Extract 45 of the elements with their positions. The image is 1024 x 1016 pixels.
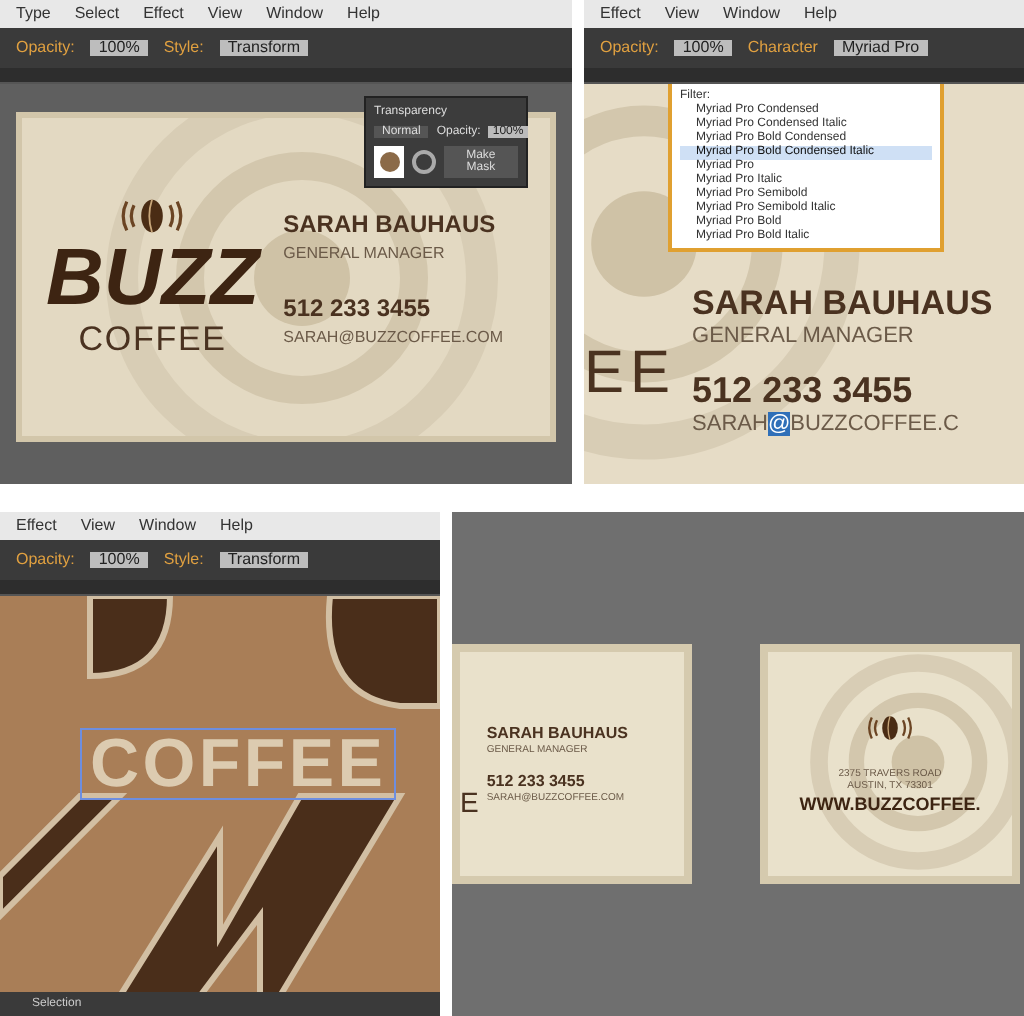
toolbar-label[interactable]: Opacity: bbox=[16, 40, 75, 56]
job-title: GENERAL MANAGER bbox=[283, 241, 447, 265]
toolbar-label[interactable]: 100% bbox=[90, 40, 148, 56]
menu-item[interactable]: Window bbox=[139, 518, 196, 534]
phone-number: 512 233 3455 bbox=[486, 772, 587, 792]
menu-item[interactable]: Effect bbox=[600, 6, 641, 22]
toolbar-label[interactable]: Opacity: bbox=[600, 40, 659, 56]
toolbar-label[interactable]: Opacity: bbox=[16, 552, 75, 568]
contact-name: SARAH BAUHAUS bbox=[692, 281, 993, 324]
menu-item[interactable]: Window bbox=[723, 6, 780, 22]
menu-item[interactable]: Select bbox=[74, 6, 120, 22]
logo-word: BUZZ bbox=[46, 237, 260, 318]
contact-name: SARAH BAUHAUS bbox=[486, 723, 629, 744]
toolbar-label[interactable]: Style: bbox=[163, 552, 204, 568]
toolbar-label[interactable]: Transform bbox=[219, 552, 308, 568]
menu-item[interactable]: View bbox=[664, 6, 700, 22]
menu-item[interactable]: Effect bbox=[143, 6, 184, 22]
toolbar-label[interactable]: Character bbox=[747, 40, 818, 56]
email-address: SARAH@BUZZCOFFEE.C bbox=[692, 412, 961, 440]
coffee-bean-icon bbox=[864, 712, 916, 745]
menu-item[interactable]: Help bbox=[803, 6, 837, 22]
job-title: GENERAL MANAGER bbox=[692, 324, 916, 352]
website-address: WWW.BUZZCOFFEE. bbox=[799, 793, 981, 816]
toolbar-label[interactable]: Style: bbox=[163, 40, 204, 56]
menu-item[interactable]: View bbox=[207, 6, 243, 22]
logo-fragment: EE bbox=[584, 344, 677, 404]
menu-item[interactable]: Help bbox=[219, 518, 253, 534]
toolbar-label[interactable]: Transform bbox=[219, 40, 308, 56]
selected-text: COFFEE bbox=[80, 728, 397, 800]
layer-thumbnail bbox=[374, 146, 405, 178]
toolbar-label[interactable]: 100% bbox=[90, 552, 148, 568]
phone-number: 512 233 3455 bbox=[283, 291, 433, 325]
menu-item[interactable]: Type bbox=[16, 6, 51, 22]
toolbar-label[interactable]: 100% bbox=[674, 40, 732, 56]
menu-item[interactable]: Help bbox=[347, 6, 380, 22]
phone-number: 512 233 3455 bbox=[692, 367, 915, 413]
logo-subtitle: COFFEE bbox=[78, 317, 227, 361]
email-address: SARAH@BUZZCOFFEE.COM bbox=[283, 325, 504, 349]
menu-item[interactable]: Effect bbox=[16, 518, 57, 534]
toolbar-label[interactable]: Myriad Pro bbox=[833, 40, 928, 56]
menu-item[interactable]: Window bbox=[266, 6, 324, 22]
no-mask-icon bbox=[412, 150, 436, 174]
menu-item[interactable]: View bbox=[80, 518, 116, 534]
contact-name: SARAH BAUHAUS bbox=[283, 207, 498, 241]
logo-fragment: E bbox=[460, 788, 479, 816]
